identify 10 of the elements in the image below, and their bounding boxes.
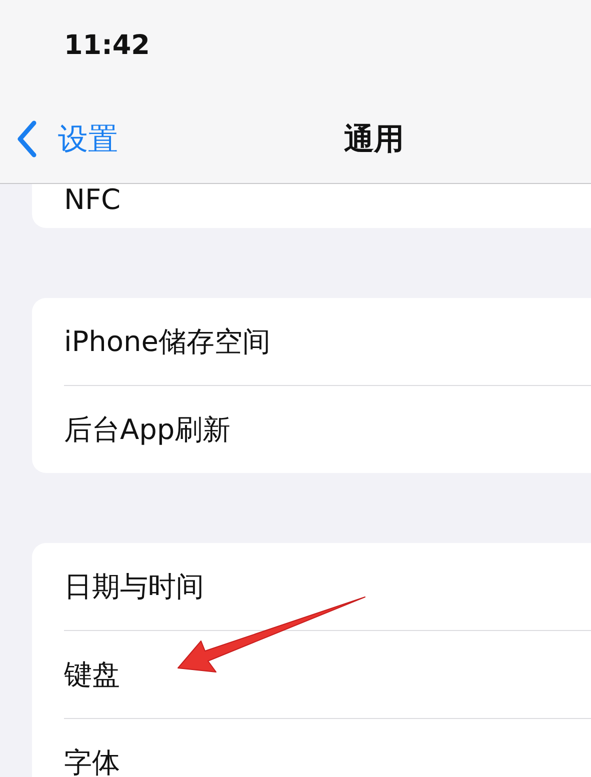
settings-row[interactable]: NFC bbox=[32, 184, 591, 228]
settings-row[interactable]: iPhone储存空间 bbox=[32, 298, 591, 385]
back-chevron-icon bbox=[16, 120, 38, 158]
page-title: 通用 bbox=[344, 120, 404, 158]
settings-row[interactable]: 日期与时间 bbox=[32, 543, 591, 630]
settings-row[interactable]: 键盘 bbox=[32, 631, 591, 718]
settings-row[interactable]: 字体 bbox=[32, 719, 591, 777]
status-time: 11:42 bbox=[64, 30, 150, 61]
settings-row[interactable]: 后台App刷新 bbox=[32, 386, 591, 473]
back-button[interactable]: 设置 bbox=[16, 118, 118, 160]
